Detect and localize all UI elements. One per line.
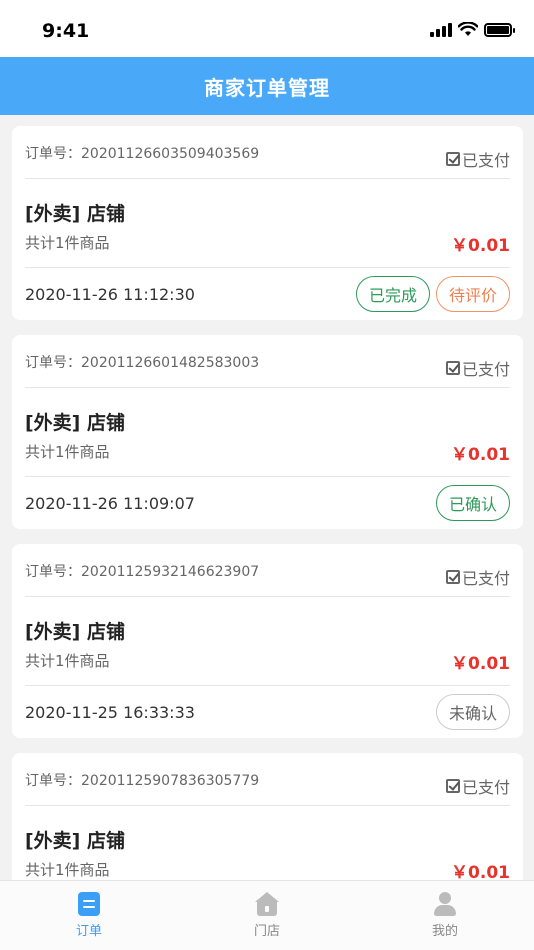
tab-label: 订单 [75, 924, 102, 939]
order-body: [外卖] 店铺 共计1件商品 ￥0.01 [25, 388, 510, 477]
order-footer: 2020-11-26 11:09:07 已确认 [25, 477, 510, 528]
payment-status-label: 已支付 [461, 151, 510, 170]
order-status-button[interactable]: 待评价 [435, 276, 510, 312]
checkbox-icon [445, 361, 460, 375]
page-title: 商家订单管理 [204, 75, 330, 100]
order-footer: 2020-11-25 16:33:33 未确认 [25, 686, 510, 737]
order-header: 订单号：20201126603509403569 已支付 [25, 126, 510, 179]
item-count: 共计1件商品 [25, 443, 110, 461]
order-header: 订单号：20201125907836305779 已支付 [25, 753, 510, 806]
checkbox-icon [445, 779, 460, 793]
app-header: 商家订单管理 [0, 57, 534, 115]
payment-status: 已支付 [445, 565, 510, 589]
tab-profile[interactable]: 我的 [356, 881, 534, 950]
order-time: 2020-11-26 11:12:30 [25, 285, 195, 304]
order-footer: 2020-11-26 11:12:30 已完成 待评价 [25, 268, 510, 319]
order-number: 订单号：20201125932146623907 [25, 564, 260, 580]
checkbox-icon [445, 152, 460, 166]
item-count: 共计1件商品 [25, 652, 110, 670]
order-body: [外卖] 店铺 共计1件商品 ￥0.01 [25, 597, 510, 686]
checkbox-icon [445, 570, 460, 584]
shop-name: [外卖] 店铺 [25, 203, 125, 225]
tab-label: 门店 [253, 924, 280, 939]
order-card[interactable]: 订单号：20201126601482583003 已支付 [外卖] 店铺 共计1… [12, 335, 523, 529]
order-actions: 已确认 [435, 485, 510, 521]
order-status-button[interactable]: 已确认 [435, 485, 510, 521]
status-icons [430, 22, 515, 37]
shop-name: [外卖] 店铺 [25, 621, 125, 643]
order-price: ￥0.01 [451, 236, 510, 256]
item-count: 共计1件商品 [25, 861, 110, 879]
status-time: 9:41 [42, 20, 90, 42]
order-price: ￥0.01 [451, 654, 510, 674]
order-header: 订单号：20201125932146623907 已支付 [25, 544, 510, 597]
order-icon [78, 892, 100, 916]
payment-status: 已支付 [445, 774, 510, 798]
order-number: 订单号：20201125907836305779 [25, 773, 260, 789]
order-number: 订单号：20201126601482583003 [25, 355, 260, 371]
tab-store[interactable]: 门店 [178, 881, 356, 950]
tab-bar: 订单 门店 我的 [0, 880, 534, 950]
payment-status: 已支付 [445, 147, 510, 171]
order-actions: 已完成 待评价 [355, 276, 510, 312]
order-price: ￥0.01 [451, 445, 510, 465]
order-status-button[interactable]: 未确认 [435, 694, 510, 730]
order-time: 2020-11-26 11:09:07 [25, 494, 195, 513]
shop-name: [外卖] 店铺 [25, 412, 125, 434]
battery-icon [484, 22, 515, 37]
payment-status: 已支付 [445, 356, 510, 380]
item-count: 共计1件商品 [25, 234, 110, 252]
order-card[interactable]: 订单号：20201126603509403569 已支付 [外卖] 店铺 共计1… [12, 126, 523, 320]
user-icon [433, 892, 457, 916]
signal-icon [430, 22, 452, 37]
order-body: [外卖] 店铺 共计1件商品 ￥0.01 [25, 179, 510, 268]
payment-status-label: 已支付 [461, 778, 510, 797]
payment-status-label: 已支付 [461, 569, 510, 588]
order-list[interactable]: 订单号：20201126603509403569 已支付 [外卖] 店铺 共计1… [12, 126, 523, 950]
shop-name: [外卖] 店铺 [25, 830, 125, 852]
tab-label: 我的 [431, 924, 458, 939]
order-actions: 未确认 [435, 694, 510, 730]
order-card[interactable]: 订单号：20201125932146623907 已支付 [外卖] 店铺 共计1… [12, 544, 523, 738]
order-time: 2020-11-25 16:33:33 [25, 703, 195, 722]
wifi-icon [458, 22, 478, 36]
tab-orders[interactable]: 订单 [0, 881, 178, 950]
status-bar: 9:41 [0, 0, 534, 57]
payment-status-label: 已支付 [461, 360, 510, 379]
order-number: 订单号：20201126603509403569 [25, 146, 260, 162]
store-icon [255, 892, 279, 916]
order-status-button[interactable]: 已完成 [355, 276, 430, 312]
order-header: 订单号：20201126601482583003 已支付 [25, 335, 510, 388]
